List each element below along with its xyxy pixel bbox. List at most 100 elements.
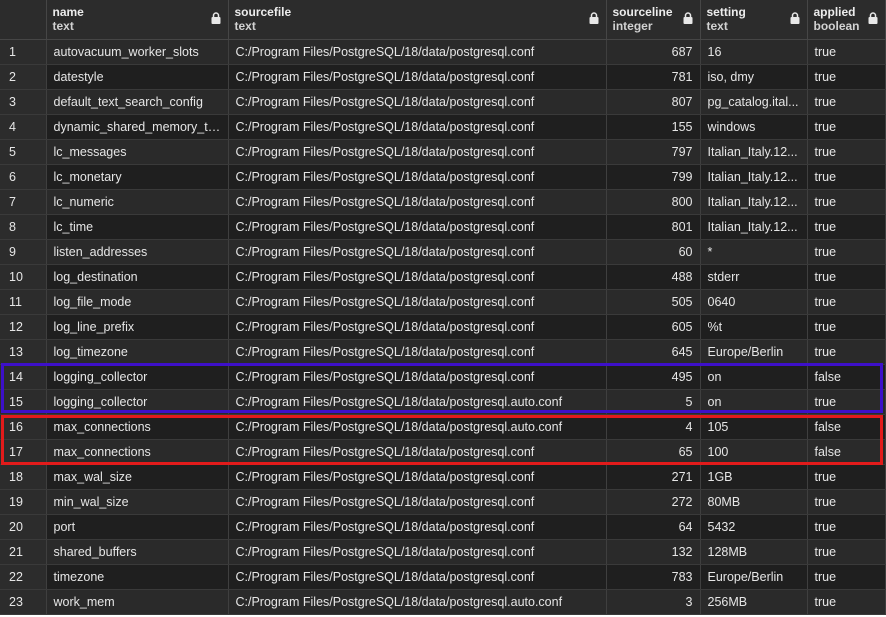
- sourceline-cell[interactable]: 807: [606, 89, 701, 115]
- table-row[interactable]: 7 lc_numeric C:/Program Files/PostgreSQL…: [0, 189, 886, 215]
- setting-cell[interactable]: 0640: [700, 289, 808, 315]
- table-row[interactable]: 10 log_destination C:/Program Files/Post…: [0, 264, 886, 290]
- setting-cell[interactable]: 1GB: [700, 464, 808, 490]
- sourcefile-cell[interactable]: C:/Program Files/PostgreSQL/18/data/post…: [228, 189, 607, 215]
- table-row[interactable]: 14 logging_collector C:/Program Files/Po…: [0, 364, 886, 390]
- name-cell[interactable]: max_wal_size: [46, 464, 229, 490]
- table-row[interactable]: 13 log_timezone C:/Program Files/Postgre…: [0, 339, 886, 365]
- sourceline-cell[interactable]: 132: [606, 539, 701, 565]
- table-row[interactable]: 2 datestyle C:/Program Files/PostgreSQL/…: [0, 64, 886, 90]
- applied-cell[interactable]: false: [807, 364, 886, 390]
- sourceline-cell[interactable]: 64: [606, 514, 701, 540]
- column-header-name[interactable]: name text: [46, 0, 229, 40]
- setting-cell[interactable]: *: [700, 239, 808, 265]
- table-row[interactable]: 15 logging_collector C:/Program Files/Po…: [0, 389, 886, 415]
- applied-cell[interactable]: true: [807, 264, 886, 290]
- sourcefile-cell[interactable]: C:/Program Files/PostgreSQL/18/data/post…: [228, 214, 607, 240]
- sourcefile-cell[interactable]: C:/Program Files/PostgreSQL/18/data/post…: [228, 114, 607, 140]
- name-cell[interactable]: log_destination: [46, 264, 229, 290]
- sourcefile-cell[interactable]: C:/Program Files/PostgreSQL/18/data/post…: [228, 139, 607, 165]
- column-header-setting[interactable]: setting text: [700, 0, 808, 40]
- column-header-sourcefile[interactable]: sourcefile text: [228, 0, 607, 40]
- sourceline-cell[interactable]: 605: [606, 314, 701, 340]
- sourceline-cell[interactable]: 800: [606, 189, 701, 215]
- table-row[interactable]: 16 max_connections C:/Program Files/Post…: [0, 414, 886, 440]
- setting-cell[interactable]: stderr: [700, 264, 808, 290]
- applied-cell[interactable]: false: [807, 414, 886, 440]
- sourceline-cell[interactable]: 272: [606, 489, 701, 515]
- setting-cell[interactable]: 256MB: [700, 589, 808, 615]
- row-number-cell[interactable]: 14: [0, 364, 47, 390]
- setting-cell[interactable]: Italian_Italy.12...: [700, 214, 808, 240]
- sourceline-cell[interactable]: 5: [606, 389, 701, 415]
- applied-cell[interactable]: true: [807, 489, 886, 515]
- setting-cell[interactable]: Europe/Berlin: [700, 339, 808, 365]
- setting-cell[interactable]: Europe/Berlin: [700, 564, 808, 590]
- row-number-cell[interactable]: 1: [0, 39, 47, 65]
- setting-cell[interactable]: %t: [700, 314, 808, 340]
- sourceline-cell[interactable]: 783: [606, 564, 701, 590]
- row-number-cell[interactable]: 16: [0, 414, 47, 440]
- sourcefile-cell[interactable]: C:/Program Files/PostgreSQL/18/data/post…: [228, 364, 607, 390]
- name-cell[interactable]: logging_collector: [46, 389, 229, 415]
- sourceline-cell[interactable]: 797: [606, 139, 701, 165]
- name-cell[interactable]: default_text_search_config: [46, 89, 229, 115]
- name-cell[interactable]: autovacuum_worker_slots: [46, 39, 229, 65]
- sourcefile-cell[interactable]: C:/Program Files/PostgreSQL/18/data/post…: [228, 164, 607, 190]
- sourcefile-cell[interactable]: C:/Program Files/PostgreSQL/18/data/post…: [228, 64, 607, 90]
- table-row[interactable]: 18 max_wal_size C:/Program Files/Postgre…: [0, 464, 886, 490]
- setting-cell[interactable]: Italian_Italy.12...: [700, 139, 808, 165]
- name-cell[interactable]: work_mem: [46, 589, 229, 615]
- sourceline-cell[interactable]: 645: [606, 339, 701, 365]
- table-row[interactable]: 22 timezone C:/Program Files/PostgreSQL/…: [0, 564, 886, 590]
- setting-cell[interactable]: iso, dmy: [700, 64, 808, 90]
- row-number-cell[interactable]: 7: [0, 189, 47, 215]
- setting-cell[interactable]: 16: [700, 39, 808, 65]
- table-row[interactable]: 12 log_line_prefix C:/Program Files/Post…: [0, 314, 886, 340]
- table-row[interactable]: 19 min_wal_size C:/Program Files/Postgre…: [0, 489, 886, 515]
- sourcefile-cell[interactable]: C:/Program Files/PostgreSQL/18/data/post…: [228, 489, 607, 515]
- sourcefile-cell[interactable]: C:/Program Files/PostgreSQL/18/data/post…: [228, 239, 607, 265]
- name-cell[interactable]: max_connections: [46, 439, 229, 465]
- sourcefile-cell[interactable]: C:/Program Files/PostgreSQL/18/data/post…: [228, 314, 607, 340]
- setting-cell[interactable]: on: [700, 389, 808, 415]
- sourceline-cell[interactable]: 495: [606, 364, 701, 390]
- row-number-cell[interactable]: 5: [0, 139, 47, 165]
- row-number-cell[interactable]: 22: [0, 564, 47, 590]
- setting-cell[interactable]: windows: [700, 114, 808, 140]
- row-number-cell[interactable]: 8: [0, 214, 47, 240]
- applied-cell[interactable]: true: [807, 464, 886, 490]
- table-row[interactable]: 11 log_file_mode C:/Program Files/Postgr…: [0, 289, 886, 315]
- sourceline-cell[interactable]: 488: [606, 264, 701, 290]
- applied-cell[interactable]: true: [807, 339, 886, 365]
- table-row[interactable]: 1 autovacuum_worker_slots C:/Program Fil…: [0, 39, 886, 65]
- applied-cell[interactable]: true: [807, 214, 886, 240]
- sourceline-cell[interactable]: 687: [606, 39, 701, 65]
- row-number-cell[interactable]: 12: [0, 314, 47, 340]
- name-cell[interactable]: logging_collector: [46, 364, 229, 390]
- sourcefile-cell[interactable]: C:/Program Files/PostgreSQL/18/data/post…: [228, 339, 607, 365]
- sourcefile-cell[interactable]: C:/Program Files/PostgreSQL/18/data/post…: [228, 439, 607, 465]
- name-cell[interactable]: shared_buffers: [46, 539, 229, 565]
- name-cell[interactable]: min_wal_size: [46, 489, 229, 515]
- setting-cell[interactable]: 5432: [700, 514, 808, 540]
- row-number-cell[interactable]: 23: [0, 589, 47, 615]
- applied-cell[interactable]: true: [807, 139, 886, 165]
- sourceline-cell[interactable]: 65: [606, 439, 701, 465]
- applied-cell[interactable]: true: [807, 89, 886, 115]
- name-cell[interactable]: lc_messages: [46, 139, 229, 165]
- applied-cell[interactable]: true: [807, 589, 886, 615]
- table-row[interactable]: 3 default_text_search_config C:/Program …: [0, 89, 886, 115]
- table-row[interactable]: 4 dynamic_shared_memory_ty... C:/Program…: [0, 114, 886, 140]
- name-cell[interactable]: log_line_prefix: [46, 314, 229, 340]
- name-cell[interactable]: log_file_mode: [46, 289, 229, 315]
- sourcefile-cell[interactable]: C:/Program Files/PostgreSQL/18/data/post…: [228, 39, 607, 65]
- applied-cell[interactable]: true: [807, 114, 886, 140]
- sourceline-cell[interactable]: 4: [606, 414, 701, 440]
- table-row[interactable]: 23 work_mem C:/Program Files/PostgreSQL/…: [0, 589, 886, 615]
- table-row[interactable]: 20 port C:/Program Files/PostgreSQL/18/d…: [0, 514, 886, 540]
- table-row[interactable]: 21 shared_buffers C:/Program Files/Postg…: [0, 539, 886, 565]
- row-number-cell[interactable]: 2: [0, 64, 47, 90]
- applied-cell[interactable]: true: [807, 539, 886, 565]
- name-cell[interactable]: max_connections: [46, 414, 229, 440]
